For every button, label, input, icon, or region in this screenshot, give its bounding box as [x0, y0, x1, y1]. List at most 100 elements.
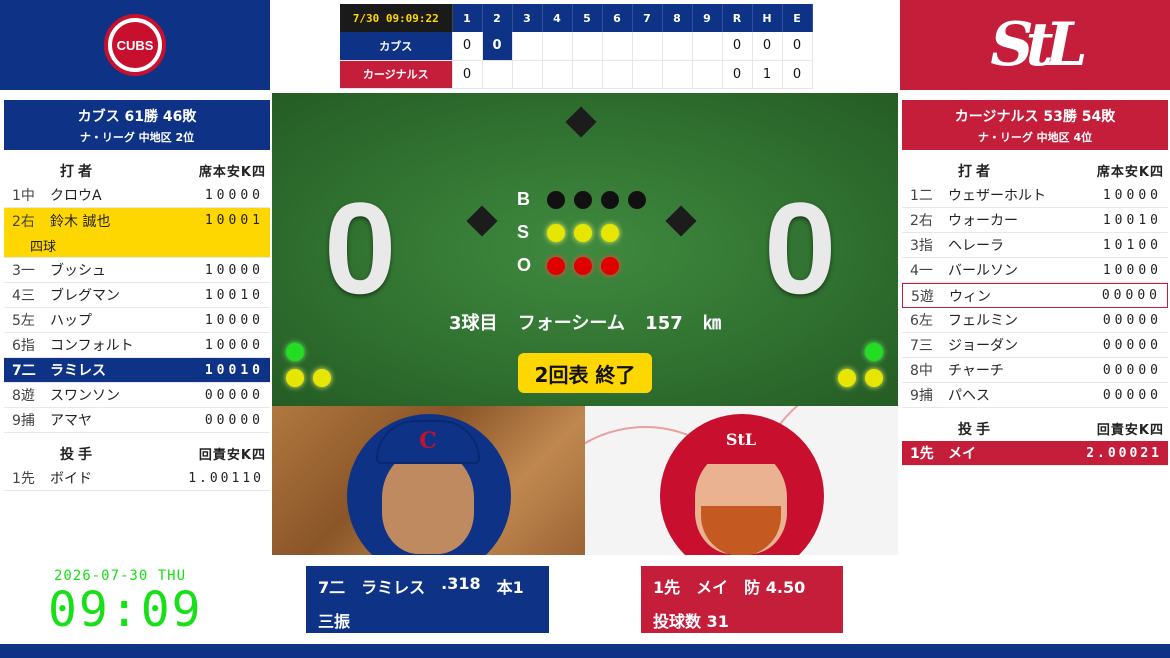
batter-card-average: .318 — [441, 574, 481, 593]
first-base-icon — [665, 205, 697, 237]
batter-stats: 10000 — [204, 187, 264, 203]
home-score: 0 — [764, 175, 837, 321]
batter-name: アマヤ — [50, 413, 92, 429]
team-name: カージナルス — [340, 60, 453, 89]
inning-score — [632, 60, 663, 89]
batter-name: スワンソン — [50, 388, 120, 404]
inning-header: 2 — [482, 4, 513, 32]
batter-row: 4三 ブレグマン 10010 — [4, 283, 270, 308]
cubs-panel: カブス 61勝 46敗 ナ・リーグ 中地区 2位 打者 席本安K四 1中 クロウA… — [4, 100, 270, 491]
batter-position: 1中 — [12, 188, 35, 204]
batter-row: 1中 クロウA 10000 — [4, 183, 270, 208]
inning-score — [692, 60, 723, 89]
batters-header: 打者 席本安K四 — [902, 158, 1168, 183]
league-standing: ナ・リーグ 中地区 4位 — [977, 131, 1093, 144]
pitcher-row: 1先 ボイド 1.00110 — [4, 466, 270, 491]
batter-stats: 10010 — [1102, 212, 1162, 228]
batter-card-result: 三振 — [318, 612, 351, 631]
pitchers-columns: 回責安K四 — [1096, 423, 1164, 438]
batter-name: ラミレス — [50, 363, 106, 379]
batter-position: 8遊 — [12, 388, 35, 404]
out-lamp — [601, 256, 619, 275]
team-name: カブス — [340, 32, 453, 61]
lamp-icon — [865, 343, 883, 361]
batter-stats: 00000 — [1102, 312, 1162, 328]
batter-position: 9捕 — [910, 388, 933, 404]
inning-score — [662, 32, 693, 61]
lamp-icon — [865, 369, 883, 387]
strike-lamp — [574, 223, 592, 242]
pitcher-card-name: メイ — [696, 578, 729, 597]
away-score: 0 — [324, 175, 397, 321]
pitcher-card-era: 防 4.50 — [744, 578, 806, 597]
cardinals-logo-area: StL — [900, 0, 1170, 90]
batter-name: ウォーカー — [948, 213, 1018, 229]
pitch-speed: 157 ㎞ — [645, 313, 722, 334]
third-base-icon — [466, 205, 498, 237]
batter-position: 5左 — [12, 313, 35, 329]
batter-name: パヘス — [948, 388, 990, 404]
batter-stats: 10000 — [204, 337, 264, 353]
outs-row: O — [517, 249, 655, 282]
batter-row: 3指 ヘレーラ 10100 — [902, 233, 1168, 258]
batter-row-next: 5遊 ウィン 00000 — [902, 283, 1168, 308]
batter-card: 7二 ラミレス .318 本1 三振 — [306, 566, 549, 633]
inning-header: 6 — [602, 4, 633, 32]
cardinals-logo: StL — [990, 10, 1087, 80]
inning-score — [692, 32, 723, 61]
batter-stats: 00000 — [1101, 288, 1161, 303]
game-clock: 7/30 09:09:22 — [340, 4, 453, 32]
batter-name: コンフォルト — [50, 338, 134, 354]
pitcher-row-current: 1先 メイ 2.00021 — [902, 441, 1168, 466]
batter-name: ブッシュ — [50, 263, 106, 279]
batter-position: 5遊 — [911, 288, 934, 305]
batter-name: ハップ — [50, 313, 92, 329]
balls-row: B — [517, 183, 655, 216]
inning-header: 4 — [542, 4, 573, 32]
batter-row: 9捕 アマヤ 00000 — [4, 408, 270, 433]
batter-photo: C — [272, 406, 585, 555]
batter-position: 2右 — [910, 213, 933, 229]
pitcher-name: メイ — [948, 446, 976, 462]
batter-row: 3一 ブッシュ 10000 — [4, 258, 270, 283]
batter-stats: 00000 — [1102, 387, 1162, 403]
batter-stats: 00000 — [204, 387, 264, 403]
cap-logo: StL — [725, 430, 757, 449]
runs-total: 0 — [722, 32, 753, 61]
inning-score — [572, 60, 603, 89]
league-standing: ナ・リーグ 中地区 2位 — [79, 131, 195, 144]
batter-row: 1二 ウェザーホルト 10000 — [902, 183, 1168, 208]
inning-header: 5 — [572, 4, 603, 32]
inning-score — [482, 60, 513, 89]
batter-stats: 00000 — [1102, 337, 1162, 353]
batter-card-homeruns: 本1 — [496, 578, 524, 597]
pitch-number: 3球目 — [448, 313, 498, 334]
player-face — [382, 450, 474, 554]
ball-lamp — [628, 190, 646, 209]
batter-name: ジョーダン — [948, 338, 1018, 354]
batter-row-current: 7二 ラミレス 10010 — [4, 358, 270, 383]
batter-name: ウェザーホルト — [948, 188, 1046, 204]
inning-score — [542, 32, 573, 61]
balls-label: B — [517, 189, 530, 209]
cubs-logo: CUBS — [104, 14, 166, 76]
out-lamp — [574, 256, 592, 275]
batter-position: 7二 — [12, 363, 36, 379]
linescore-row-cardinals: カージナルス 0 0 1 0 — [340, 60, 813, 89]
inning-score: 0 — [452, 60, 483, 89]
errors-header: E — [782, 4, 813, 32]
batter-stats: 10000 — [204, 312, 264, 328]
batters-columns: 席本安K四 — [198, 165, 266, 180]
pitchers-columns: 回責安K四 — [198, 448, 266, 463]
cubs-logo-area: CUBS — [0, 0, 270, 90]
pitcher-card: 1先 メイ 防 4.50 投球数 31 — [641, 566, 843, 633]
batters-label: 打者 — [60, 163, 96, 180]
batter-position: 4一 — [910, 263, 933, 279]
batter-stats: 10000 — [1102, 262, 1162, 278]
hits-total: 1 — [752, 60, 783, 89]
runs-header: R — [722, 4, 753, 32]
hits-total: 0 — [752, 32, 783, 61]
pitch-info: 3球目 フォーシーム 157 ㎞ — [272, 309, 898, 335]
pitch-type: フォーシーム — [517, 313, 625, 334]
inning-score-current: 0 — [482, 32, 513, 61]
